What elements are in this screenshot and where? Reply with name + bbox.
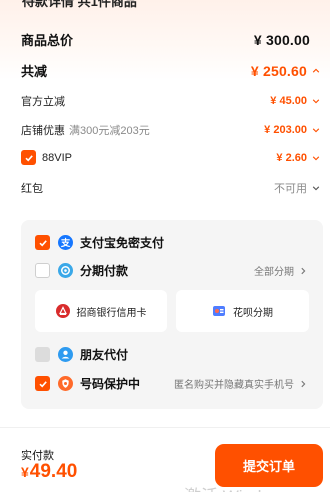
vip-checkbox[interactable]: [21, 150, 36, 165]
check-icon: [38, 380, 47, 387]
phone-privacy-row[interactable]: 号码保护中 匿名购买并隐藏真实手机号: [35, 375, 309, 392]
total-price-row: 商品总价 ¥ 300.00: [21, 30, 322, 49]
alipay-label: 支付宝免密支付: [80, 236, 165, 250]
chevron-right-icon[interactable]: [297, 265, 309, 277]
phone-shield-icon: [58, 376, 73, 391]
payment-option-friend[interactable]: 朋友代付: [35, 346, 309, 363]
red-packet-status: 不可用: [274, 183, 307, 195]
installment-card-cmb[interactable]: 招商银行信用卡: [35, 290, 167, 332]
privacy-label: 号码保护中: [80, 377, 141, 391]
payment-option-installment[interactable]: 分期付款 全部分期: [35, 262, 309, 279]
discount-value-shop: ¥ 203.00: [264, 124, 307, 136]
check-icon: [38, 239, 47, 246]
discount-value-official: ¥ 45.00: [270, 95, 307, 107]
privacy-checkbox[interactable]: [35, 376, 50, 391]
privacy-description[interactable]: 匿名购买并隐藏真实手机号: [174, 376, 294, 391]
actual-payment-value: 49.40: [29, 461, 78, 482]
payment-methods-panel: 支 支付宝免密支付 分期付款 全部分期 招商银行信用卡 花呗分期 朋友代付 号码…: [21, 220, 323, 409]
chevron-down-icon[interactable]: [310, 95, 322, 107]
all-installments-link[interactable]: 全部分期: [254, 263, 294, 278]
installment-label: 分期付款: [80, 264, 129, 278]
actual-payment-amount: ¥49.40: [21, 461, 77, 483]
total-price-label: 商品总价: [21, 33, 74, 48]
discount-label-88vip: 88VIP: [42, 151, 72, 164]
friend-pay-icon: [58, 347, 73, 362]
payment-option-alipay[interactable]: 支 支付宝免密支付: [35, 234, 309, 251]
installment-checkbox[interactable]: [35, 263, 50, 278]
submit-order-button[interactable]: 提交订单: [215, 444, 323, 487]
discount-row-official[interactable]: 官方立减 ¥ 45.00: [21, 93, 322, 109]
red-packet-label: 红包: [21, 183, 43, 195]
huabei-icon: [212, 304, 226, 318]
discount-label-official: 官方立减: [21, 96, 65, 108]
discount-total-label: 共减: [21, 64, 48, 79]
discount-total-value: ¥ 250.60: [250, 62, 307, 79]
chevron-down-icon[interactable]: [310, 152, 322, 164]
discount-row-shop[interactable]: 店铺优惠 满300元减203元 ¥ 203.00: [21, 122, 322, 138]
total-price-value: ¥ 300.00: [253, 31, 310, 48]
windows-activation-watermark: 激活 Windows: [184, 482, 292, 492]
currency-symbol: ¥: [21, 464, 29, 480]
check-icon: [24, 154, 33, 161]
friend-pay-label: 朋友代付: [80, 348, 129, 362]
discount-label-shop: 店铺优惠: [21, 125, 65, 137]
cmb-card-label: 招商银行信用卡: [76, 307, 147, 319]
alipay-checkbox[interactable]: [35, 235, 50, 250]
chevron-down-icon[interactable]: [310, 124, 322, 136]
alipay-icon: 支: [58, 235, 73, 250]
footer-divider: [0, 427, 330, 428]
cmb-bank-icon: [55, 304, 70, 318]
shop-coupon-tag: 满300元减203元: [69, 125, 150, 137]
installment-card-huabei[interactable]: 花呗分期: [176, 290, 309, 332]
chevron-up-icon[interactable]: [310, 65, 322, 77]
chevron-right-icon[interactable]: [297, 378, 309, 390]
svg-text:支: 支: [60, 237, 71, 249]
discount-value-88vip: ¥ 2.60: [276, 151, 307, 164]
installment-icon: [58, 263, 73, 278]
discount-total-row[interactable]: 共减 ¥ 250.60: [21, 61, 322, 80]
huabei-label: 花呗分期: [233, 307, 273, 319]
friend-pay-checkbox[interactable]: [35, 347, 50, 362]
order-confirm-page: 待款详情 共1件商品 商品总价 ¥ 300.00 共减 ¥ 250.60 官方立…: [0, 0, 330, 492]
page-header-partial: 待款详情 共1件商品: [22, 0, 137, 9]
chevron-down-icon[interactable]: [310, 182, 322, 194]
red-packet-row[interactable]: 红包 不可用: [21, 180, 322, 196]
discount-row-88vip[interactable]: 88VIP ¥ 2.60: [21, 150, 322, 165]
